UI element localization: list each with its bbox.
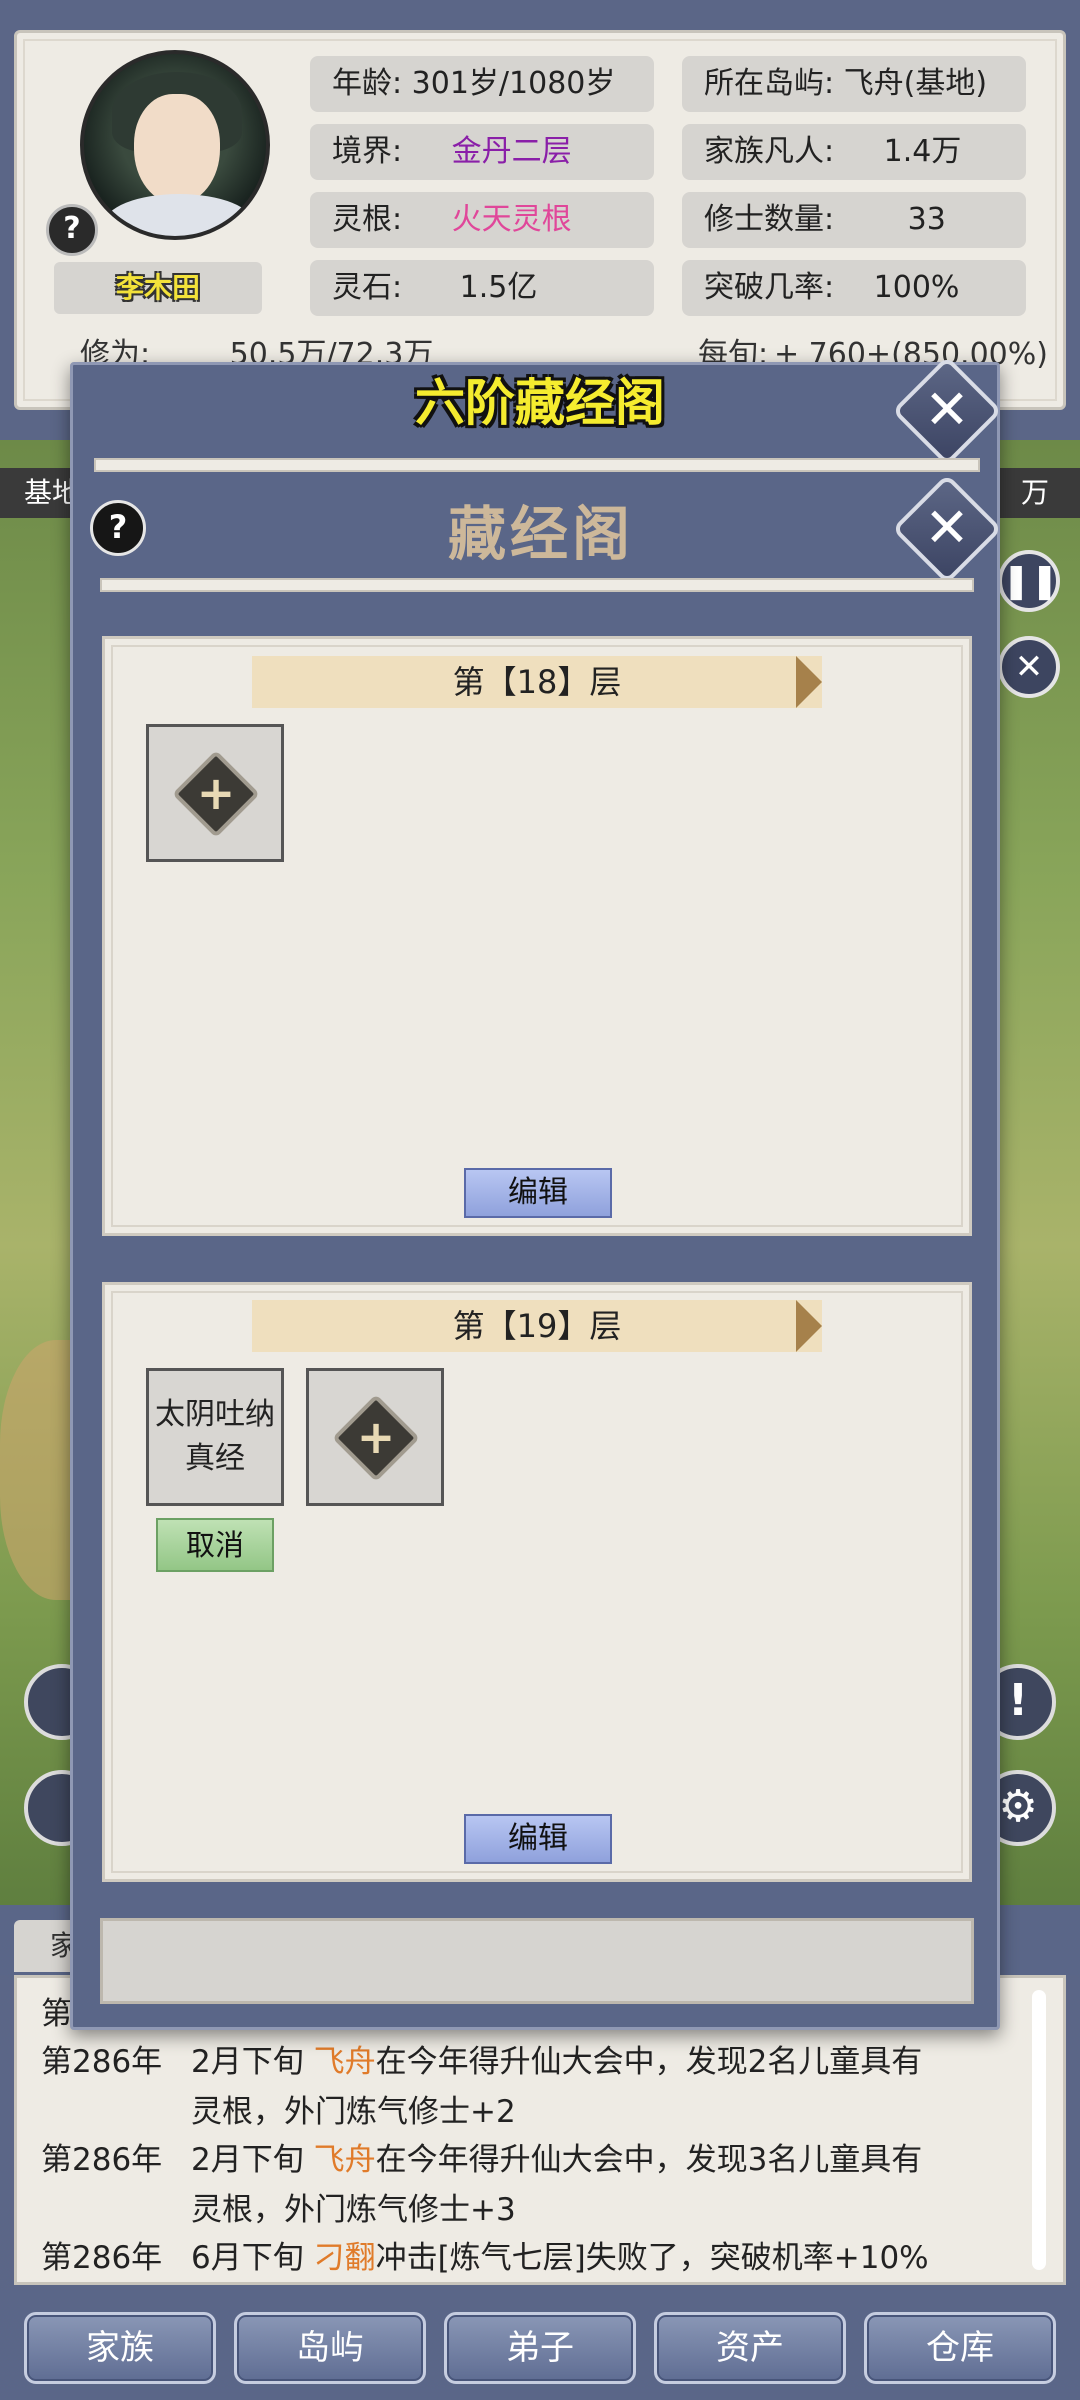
mortals-value: 1.4万 (883, 134, 962, 169)
nav-assets-button[interactable]: 资产 (654, 2312, 846, 2384)
log-row: 灵根，外门炼气修士+2 (41, 2088, 516, 2136)
log-row: 第286年 2月下旬 飞舟在今年得升仙大会中，发现3名儿童具有 (41, 2136, 922, 2184)
add-icon: + (172, 750, 260, 838)
dialog-footer-strip (100, 1918, 974, 2004)
stat-mortals: 家族凡人: 1.4万 (682, 124, 1026, 180)
map-location-label[interactable]: 基地 (0, 468, 80, 518)
character-name: 李木田 (54, 262, 262, 314)
close-map-icon[interactable]: ✕ (998, 636, 1060, 698)
log-text: 灵根，外门炼气修士+2 (191, 2094, 516, 2130)
stones-value: 1.5亿 (459, 270, 538, 305)
divider (100, 578, 974, 592)
nav-island-button[interactable]: 岛屿 (234, 2312, 426, 2384)
map-resource-label: 万 (990, 468, 1080, 518)
book-name-line1: 太阴吐纳 (155, 1397, 275, 1432)
nav-warehouse-button[interactable]: 仓库 (864, 2312, 1056, 2384)
log-year: 第286年 (41, 2240, 163, 2276)
stat-root: 灵根: 火天灵根 (310, 192, 654, 248)
avatar-robe (104, 194, 254, 236)
island-value: 飞舟(基地) (843, 66, 988, 101)
avatar[interactable] (80, 50, 270, 240)
floor-header: 第【19】层 (252, 1300, 822, 1352)
cultivators-label: 修士数量: (704, 202, 835, 237)
stat-realm: 境界: 金丹二层 (310, 124, 654, 180)
log-text: 2月下旬 (191, 2142, 314, 2178)
root-label: 灵根: (332, 202, 403, 237)
island-label: 所在岛屿: (704, 66, 835, 101)
library-dialog-title: 六阶藏经阁 (415, 374, 665, 432)
log-year: 第286年 (41, 2142, 163, 2178)
book-slot-empty[interactable]: + (146, 724, 284, 862)
log-text: 2月下旬 (191, 2044, 314, 2080)
log-row-partial: 第 (41, 1990, 72, 2038)
breakthrough-value: 100% (873, 270, 960, 305)
book-name-line2: 真经 (185, 1441, 245, 1476)
log-highlight: 飞舟 (313, 2044, 376, 2080)
log-highlight: 刁翻 (313, 2240, 376, 2276)
stat-age: 年龄: 301岁/1080岁 (310, 56, 654, 112)
breakthrough-label: 突破几率: (704, 270, 835, 305)
stat-breakthrough: 突破几率: 100% (682, 260, 1026, 316)
floor-header: 第【18】层 (252, 656, 822, 708)
cultivators-value: 33 (907, 202, 946, 237)
pause-icon[interactable]: ❚❚ (998, 550, 1060, 612)
log-year-partial: 第 (41, 1996, 72, 2032)
divider (94, 458, 980, 472)
help-icon[interactable]: ? (46, 204, 98, 256)
avatar-face (134, 94, 220, 204)
stat-island: 所在岛屿: 飞舟(基地) (682, 56, 1026, 112)
log-row: 第286年 6月下旬 刁翻冲击[炼气七层]失败了，突破机率+10% (41, 2234, 929, 2282)
realm-label: 境界: (332, 134, 403, 169)
stat-stones: 灵石: 1.5亿 (310, 260, 654, 316)
chevron-right-icon[interactable] (796, 1300, 822, 1352)
nav-family-button[interactable]: 家族 (24, 2312, 216, 2384)
book-name: 太阴吐纳 真经 (149, 1371, 281, 1481)
root-value: 火天灵根 (451, 202, 572, 237)
stat-cultivators: 修士数量: 33 (682, 192, 1026, 248)
book-slot-empty[interactable]: + (306, 1368, 444, 1506)
log-text: 灵根，外门炼气修士+3 (191, 2192, 516, 2228)
log-scrollbar[interactable] (1032, 1990, 1046, 2270)
book-slot-filled[interactable]: 太阴吐纳 真经 (146, 1368, 284, 1506)
log-text: 冲击[炼气七层]失败了，突破机率+10% (375, 2240, 929, 2276)
log-text: 在今年得升仙大会中，发现2名儿童具有 (375, 2044, 923, 2080)
edit-button[interactable]: 编辑 (464, 1814, 612, 1864)
edit-button[interactable]: 编辑 (464, 1168, 612, 1218)
log-highlight: 飞舟 (313, 2142, 376, 2178)
inner-dialog-title: 藏经阁 (447, 500, 634, 568)
chevron-right-icon[interactable] (796, 656, 822, 708)
add-icon: + (332, 1394, 420, 1482)
log-row: 第286年 2月下旬 飞舟在今年得升仙大会中，发现2名儿童具有 (41, 2038, 922, 2086)
realm-value: 金丹二层 (451, 134, 572, 169)
age-label: 年龄: (332, 66, 403, 101)
log-row: 灵根，外门炼气修士+3 (41, 2186, 516, 2234)
log-year: 第286年 (41, 2044, 163, 2080)
mortals-label: 家族凡人: (704, 134, 835, 169)
age-value: 301岁/1080岁 (411, 66, 616, 101)
nav-disciples-button[interactable]: 弟子 (444, 2312, 636, 2384)
log-text: 6月下旬 (191, 2240, 314, 2276)
log-text: 在今年得升仙大会中，发现3名儿童具有 (375, 2142, 923, 2178)
help-icon[interactable]: ? (90, 500, 146, 556)
cancel-button[interactable]: 取消 (156, 1518, 274, 1572)
stones-label: 灵石: (332, 270, 403, 305)
